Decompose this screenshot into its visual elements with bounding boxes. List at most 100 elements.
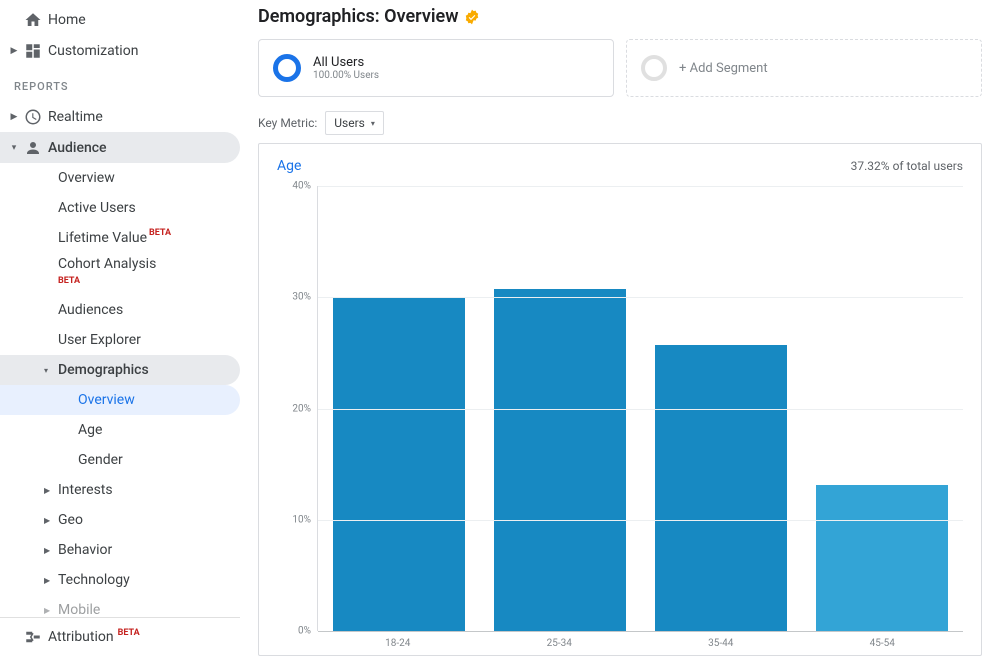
sidebar-item-label: Gender	[78, 452, 123, 468]
sidebar-item-audience[interactable]: ▾ Audience	[0, 132, 240, 163]
chart-gridline	[318, 186, 963, 187]
beta-badge: BETA	[149, 228, 171, 238]
key-metric-row: Key Metric: Users ▾	[258, 111, 982, 135]
sidebar-item-label: User Explorer	[58, 332, 141, 348]
sidebar-sub-behavior[interactable]: ▶ Behavior	[0, 535, 240, 565]
add-segment-label: + Add Segment	[679, 61, 768, 76]
sidebar-item-label: Home	[48, 12, 86, 28]
chevron-right-icon: ▶	[44, 516, 50, 525]
sidebar-sub-user-explorer[interactable]: User Explorer	[0, 325, 240, 355]
sidebar-item-label: Lifetime Value	[58, 230, 147, 246]
sidebar-item-label: Cohort Analysis	[58, 256, 156, 272]
main-content: Demographics: Overview All Users 100.00%…	[240, 0, 1000, 656]
beta-badge: BETA	[0, 273, 240, 289]
chart-bar[interactable]	[333, 297, 465, 631]
chart-area: 40%30%20%10%0% 18-2425-3435-4445-54	[317, 186, 963, 655]
sidebar-bottom: Attribution BETA	[0, 617, 240, 656]
chevron-right-icon: ▶	[44, 486, 50, 495]
chart-y-tick: 40%	[277, 181, 311, 192]
chart-x-label: 45-54	[802, 633, 964, 655]
sidebar-sub-mobile[interactable]: ▶ Mobile	[0, 595, 240, 617]
sidebar-item-label: Behavior	[58, 542, 112, 558]
segments-row: All Users 100.00% Users + Add Segment	[258, 39, 982, 97]
chart-x-axis: 18-2425-3435-4445-54	[317, 633, 963, 655]
chart-bar[interactable]	[655, 345, 787, 631]
sidebar-item-label: Audience	[48, 140, 107, 156]
sidebar-sub-cohort[interactable]: Cohort Analysis	[0, 253, 240, 275]
sidebar-item-label: Age	[78, 422, 102, 438]
chart-card: Age 37.32% of total users 40%30%20%10%0%…	[258, 143, 982, 656]
sidebar-scroll: Home ▶ Customization REPORTS ▶ Realtime …	[0, 4, 240, 617]
segment-subtitle: 100.00% Users	[313, 70, 379, 81]
sidebar-item-label: Audiences	[58, 302, 123, 318]
chart-subtitle: 37.32% of total users	[851, 159, 963, 173]
sidebar-item-label: Realtime	[48, 109, 103, 125]
sidebar-item-label: Customization	[48, 43, 138, 59]
chart-plot	[317, 186, 963, 631]
chevron-right-icon: ▶	[44, 606, 50, 615]
key-metric-value: Users	[334, 116, 365, 130]
chart-header: Age 37.32% of total users	[277, 158, 963, 174]
sidebar-sub-demo-overview[interactable]: Overview	[0, 385, 240, 415]
key-metric-select[interactable]: Users ▾	[325, 111, 384, 135]
sidebar-item-home[interactable]: Home	[0, 4, 240, 35]
sidebar-item-label: Mobile	[58, 602, 100, 617]
sidebar-item-customization[interactable]: ▶ Customization	[0, 35, 240, 66]
chart-gridline	[318, 409, 963, 410]
sidebar-item-label: Technology	[58, 572, 130, 588]
chevron-right-icon: ▶	[44, 576, 50, 585]
add-segment-button[interactable]: + Add Segment	[626, 39, 982, 97]
sidebar-item-label: Interests	[58, 482, 113, 498]
sidebar-item-label: Overview	[78, 392, 135, 408]
chart-y-tick: 30%	[277, 292, 311, 303]
sidebar-item-attribution[interactable]: Attribution BETA	[0, 618, 240, 656]
sidebar-sub-demo-gender[interactable]: Gender	[0, 445, 240, 475]
chart-gridline	[318, 631, 963, 632]
sidebar-sub-geo[interactable]: ▶ Geo	[0, 505, 240, 535]
sidebar-sub-active-users[interactable]: Active Users	[0, 193, 240, 223]
person-icon	[20, 139, 48, 157]
sidebar-sub-overview[interactable]: Overview	[0, 163, 240, 193]
chevron-right-icon: ▶	[8, 46, 20, 56]
segment-texts: All Users 100.00% Users	[313, 55, 379, 81]
chart-y-tick: 0%	[277, 626, 311, 637]
sidebar-item-label: Active Users	[58, 200, 136, 216]
page-title-text: Demographics: Overview	[258, 6, 458, 27]
beta-badge: BETA	[118, 628, 140, 638]
chart-bar[interactable]	[494, 289, 626, 631]
dashboard-icon	[20, 42, 48, 60]
page-title: Demographics: Overview	[258, 6, 982, 27]
attribution-icon	[20, 628, 48, 646]
sidebar-item-realtime[interactable]: ▶ Realtime	[0, 101, 240, 132]
segment-ring-icon	[273, 54, 301, 82]
chart-x-label: 25-34	[479, 633, 641, 655]
audience-sub-items: Overview Active Users Lifetime Value BET…	[0, 163, 240, 617]
chart-x-label: 18-24	[317, 633, 479, 655]
chart-gridline	[318, 297, 963, 298]
sidebar-sub-interests[interactable]: ▶ Interests	[0, 475, 240, 505]
caret-down-icon: ▾	[371, 119, 375, 128]
chart-bar[interactable]	[816, 485, 948, 631]
home-icon	[20, 11, 48, 29]
sidebar-item-label: Overview	[58, 170, 115, 186]
empty-ring-icon	[641, 55, 667, 81]
segment-all-users[interactable]: All Users 100.00% Users	[258, 39, 614, 97]
chart-x-label: 35-44	[640, 633, 802, 655]
sidebar-sub-lifetime-value[interactable]: Lifetime Value BETA	[0, 223, 240, 253]
sidebar-sub-audiences[interactable]: Audiences	[0, 295, 240, 325]
verified-badge-icon	[464, 9, 480, 25]
sidebar-sub-demographics[interactable]: ▾ Demographics	[0, 355, 240, 385]
chart-y-tick: 20%	[277, 403, 311, 414]
sidebar: Home ▶ Customization REPORTS ▶ Realtime …	[0, 0, 240, 656]
chevron-down-icon: ▾	[8, 143, 20, 153]
sidebar-item-label: Geo	[58, 512, 83, 528]
sidebar-sub-technology[interactable]: ▶ Technology	[0, 565, 240, 595]
chevron-right-icon: ▶	[44, 546, 50, 555]
key-metric-label: Key Metric:	[258, 116, 317, 130]
chart-y-tick: 10%	[277, 514, 311, 525]
chart-title[interactable]: Age	[277, 158, 301, 174]
clock-icon	[20, 108, 48, 126]
sidebar-item-label: Attribution	[48, 629, 114, 645]
chart-gridline	[318, 520, 963, 521]
sidebar-sub-demo-age[interactable]: Age	[0, 415, 240, 445]
